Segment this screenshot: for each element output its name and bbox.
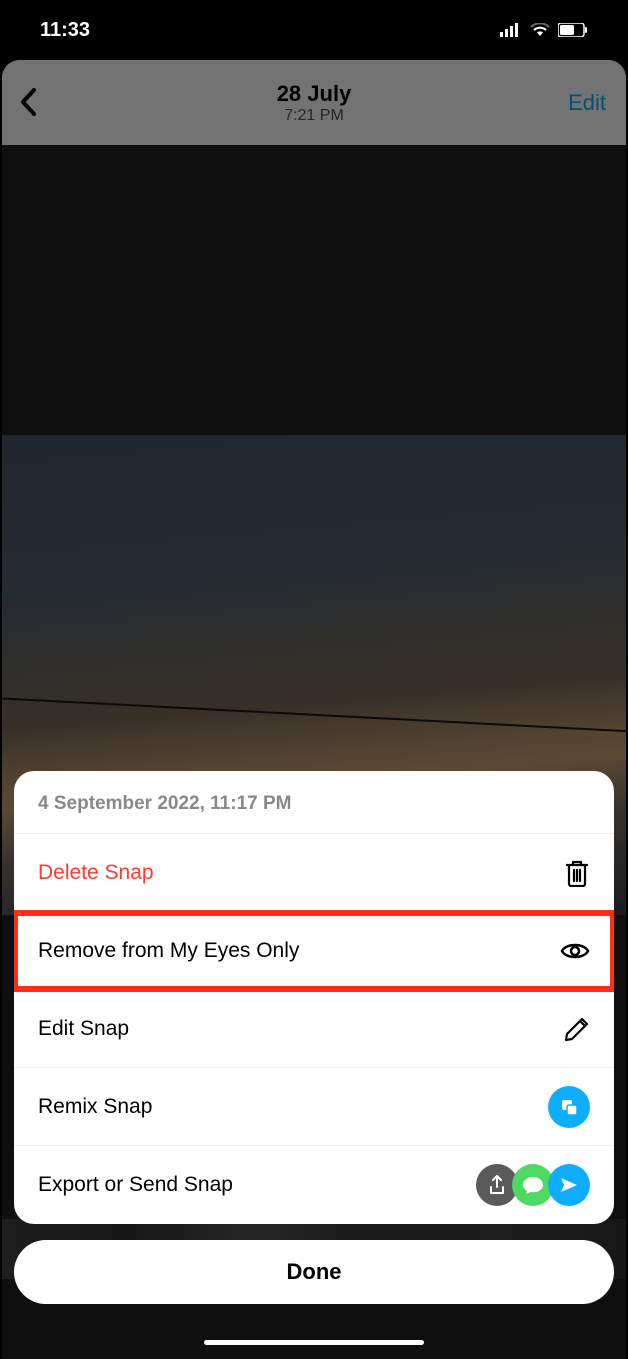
status-bar: 11:33 <box>0 0 628 60</box>
remove-eyes-only-label: Remove from My Eyes Only <box>38 939 299 963</box>
export-send-label: Export or Send Snap <box>38 1173 233 1197</box>
eye-icon <box>560 941 590 961</box>
edit-snap-button[interactable]: Edit Snap <box>14 990 614 1068</box>
remix-snap-label: Remix Snap <box>38 1095 152 1119</box>
delete-snap-label: Delete Snap <box>38 861 154 885</box>
wifi-icon <box>530 23 550 37</box>
status-indicators <box>500 23 588 37</box>
remove-from-my-eyes-only-button[interactable]: Remove from My Eyes Only <box>14 912 614 990</box>
remix-snap-button[interactable]: Remix Snap <box>14 1068 614 1146</box>
action-sheet: 4 September 2022, 11:17 PM Delete Snap R… <box>14 771 614 1224</box>
edit-snap-label: Edit Snap <box>38 1017 129 1041</box>
trash-icon <box>564 859 590 887</box>
done-label: Done <box>287 1259 342 1285</box>
remix-icon <box>548 1086 590 1128</box>
sheet-timestamp: 4 September 2022, 11:17 PM <box>14 771 614 834</box>
signal-icon <box>500 23 522 37</box>
pencil-icon <box>564 1016 590 1042</box>
status-time: 11:33 <box>40 19 90 42</box>
done-button[interactable]: Done <box>14 1240 614 1304</box>
battery-icon <box>558 23 588 37</box>
home-indicator[interactable] <box>204 1340 424 1345</box>
send-icon <box>548 1164 590 1206</box>
export-send-snap-button[interactable]: Export or Send Snap <box>14 1146 614 1224</box>
delete-snap-button[interactable]: Delete Snap <box>14 834 614 912</box>
